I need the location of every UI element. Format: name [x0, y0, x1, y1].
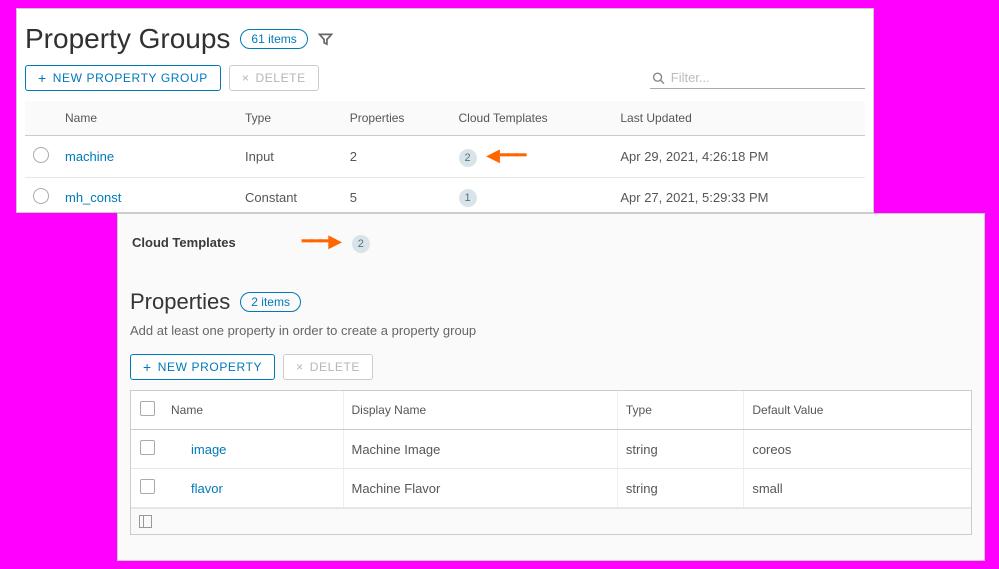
table-row[interactable]: mh_const Constant 5 1 Apr 27, 2021, 5:29… — [25, 178, 865, 218]
plus-icon: + — [38, 71, 47, 85]
filter-input[interactable] — [671, 70, 863, 85]
row-radio[interactable] — [33, 147, 49, 163]
filter-search[interactable] — [650, 67, 865, 89]
property-type: string — [617, 469, 743, 508]
col-type[interactable]: Type — [237, 101, 342, 136]
row-checkbox[interactable] — [140, 440, 155, 455]
annotation-arrow-icon: ◀━━━ — [486, 145, 524, 165]
cloud-templates-row: Cloud Templates ━━━▶ 2 — [130, 232, 972, 253]
property-groups-panel: Property Groups 61 items + NEW PROPERTY … — [16, 8, 874, 213]
table-header-row: Name Display Name Type Default Value — [131, 391, 971, 430]
templates-badge[interactable]: 2 — [459, 149, 477, 167]
row-type: Input — [237, 136, 342, 178]
property-groups-table: Name Type Properties Cloud Templates Las… — [25, 101, 865, 217]
properties-count-pill: 2 items — [240, 292, 301, 312]
close-icon: × — [242, 71, 250, 85]
new-property-group-button[interactable]: + NEW PROPERTY GROUP — [25, 65, 221, 91]
close-icon: × — [296, 360, 304, 374]
row-updated: Apr 27, 2021, 5:29:33 PM — [612, 178, 865, 218]
property-name-link[interactable]: flavor — [191, 481, 223, 496]
new-property-group-label: NEW PROPERTY GROUP — [53, 71, 208, 85]
col-last-updated[interactable]: Last Updated — [612, 101, 865, 136]
row-type: Constant — [237, 178, 342, 218]
row-name-link[interactable]: mh_const — [65, 190, 121, 205]
column-picker-icon[interactable] — [139, 515, 152, 528]
new-property-button[interactable]: + NEW PROPERTY — [130, 354, 275, 380]
templates-badge[interactable]: 1 — [459, 189, 477, 207]
plus-icon: + — [143, 360, 152, 374]
col-display-name[interactable]: Display Name — [343, 391, 617, 430]
row-props: 2 — [342, 136, 451, 178]
cloud-templates-label: Cloud Templates — [132, 235, 236, 250]
item-count-pill: 61 items — [240, 29, 307, 49]
table-row[interactable]: machine Input 2 2 ◀━━━ Apr 29, 2021, 4:2… — [25, 136, 865, 178]
property-display: Machine Flavor — [343, 469, 617, 508]
annotation-arrow-icon: ━━━▶ — [302, 231, 340, 251]
property-type: string — [617, 430, 743, 469]
delete-property-button: × DELETE — [283, 354, 373, 380]
properties-header: Properties 2 items — [130, 289, 972, 315]
col-type[interactable]: Type — [617, 391, 743, 430]
select-all-checkbox[interactable] — [140, 401, 155, 416]
row-name-link[interactable]: machine — [65, 149, 114, 164]
col-cloud-templates[interactable]: Cloud Templates — [451, 101, 613, 136]
page-title: Property Groups — [25, 23, 230, 55]
properties-title: Properties — [130, 289, 230, 315]
funnel-icon[interactable] — [318, 31, 333, 47]
col-default-value[interactable]: Default Value — [744, 391, 971, 430]
property-default: coreos — [744, 430, 971, 469]
search-icon — [652, 71, 665, 85]
row-updated: Apr 29, 2021, 4:26:18 PM — [612, 136, 865, 178]
col-name[interactable]: Name — [163, 391, 343, 430]
properties-toolbar: + NEW PROPERTY × DELETE — [130, 354, 972, 380]
table-footer — [131, 508, 971, 534]
properties-subtext: Add at least one property in order to cr… — [130, 323, 972, 338]
toolbar: + NEW PROPERTY GROUP × DELETE — [25, 65, 865, 91]
delete-property-label: DELETE — [310, 360, 360, 374]
table-row[interactable]: flavor Machine Flavor string small — [131, 469, 971, 508]
cloud-templates-count-badge[interactable]: 2 — [352, 235, 370, 253]
property-default: small — [744, 469, 971, 508]
properties-table: Name Display Name Type Default Value ima… — [131, 391, 971, 508]
property-name-link[interactable]: image — [191, 442, 226, 457]
row-props: 5 — [342, 178, 451, 218]
title-bar: Property Groups 61 items — [25, 23, 865, 55]
row-radio[interactable] — [33, 188, 49, 204]
new-property-label: NEW PROPERTY — [158, 360, 262, 374]
detail-panel: Cloud Templates ━━━▶ 2 Properties 2 item… — [117, 213, 985, 561]
table-header-row: Name Type Properties Cloud Templates Las… — [25, 101, 865, 136]
col-properties[interactable]: Properties — [342, 101, 451, 136]
delete-label: DELETE — [255, 71, 305, 85]
properties-table-wrap: Name Display Name Type Default Value ima… — [130, 390, 972, 535]
col-name[interactable]: Name — [57, 101, 237, 136]
table-row[interactable]: image Machine Image string coreos — [131, 430, 971, 469]
delete-button: × DELETE — [229, 65, 319, 91]
row-checkbox[interactable] — [140, 479, 155, 494]
property-display: Machine Image — [343, 430, 617, 469]
